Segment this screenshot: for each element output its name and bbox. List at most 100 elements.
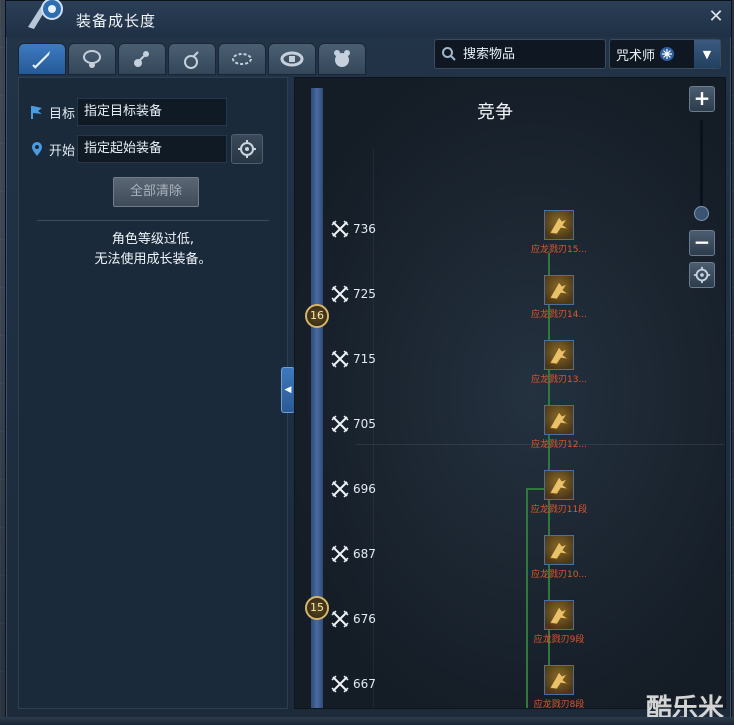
zoom-slider-track[interactable]: [700, 120, 703, 216]
power-tick: 687: [331, 545, 376, 563]
location-pin-icon: [24, 0, 68, 33]
class-select[interactable]: 咒术师 ▼: [609, 39, 721, 69]
locate-button[interactable]: [231, 134, 263, 164]
search-field[interactable]: [434, 39, 606, 69]
dragon-blade-icon: [544, 665, 574, 695]
tab-ring[interactable]: [168, 43, 216, 75]
equipment-node[interactable]: 应龙戮刃14...: [526, 275, 592, 320]
equipment-name: 应龙戮刃12...: [530, 440, 588, 450]
left-panel: 目标 指定目标装备 开始 指定起始装备 全部清除 角色等级过低, 无法使用成长装…: [18, 77, 288, 709]
power-tick-label: 687: [353, 547, 376, 561]
power-tick: 715: [331, 350, 376, 368]
warning-line-2: 无法使用成长装备。: [94, 252, 212, 267]
target-field[interactable]: 指定目标装备: [77, 98, 227, 126]
window-title: 装备成长度: [76, 12, 157, 30]
equipment-node[interactable]: 应龙戮刃12...: [526, 405, 592, 450]
dragon-blade-icon: [544, 600, 574, 630]
equipment-name: 应龙戮刃11段: [530, 505, 588, 515]
map-pin-icon: [32, 142, 42, 156]
power-tick-label: 705: [353, 417, 376, 431]
growth-graph[interactable]: 16 15 竞争 + − 736 725 715 705 696 687 676 667 应龙…: [294, 77, 726, 709]
dragon-blade-icon: [544, 210, 574, 240]
tab-necklace[interactable]: [68, 43, 116, 75]
dragon-blade-icon: [544, 535, 574, 565]
graph-title: 竞争: [477, 102, 513, 123]
bottom-bar: [0, 717, 734, 725]
recenter-button[interactable]: [689, 262, 715, 288]
equipment-name: 应龙戮刃13...: [530, 375, 588, 385]
tab-bracelet[interactable]: [218, 43, 266, 75]
zoom-in-button[interactable]: +: [689, 86, 715, 112]
moon-icon: [682, 48, 688, 60]
power-tick: 725: [331, 285, 376, 303]
power-tick: 696: [331, 480, 376, 498]
power-tick: 667: [331, 675, 376, 693]
equipment-name: 应龙戮刃15...: [530, 245, 588, 255]
equipment-node[interactable]: 应龙戮刃13...: [526, 340, 592, 385]
sword-icon: [32, 51, 50, 69]
chevron-down-icon[interactable]: ▼: [694, 40, 720, 68]
tab-soul[interactable]: [318, 43, 366, 75]
category-tabs: [18, 43, 366, 75]
crossed-swords-icon: [331, 415, 349, 433]
collapse-panel-button[interactable]: ◀: [281, 367, 295, 413]
start-label: 开始: [49, 143, 76, 159]
equipment-name: 应龙戮刃8段: [533, 700, 585, 709]
crossed-swords-icon: [331, 610, 349, 628]
dragon-blade-icon: [544, 470, 574, 500]
crossed-swords-icon: [331, 675, 349, 693]
growth-window: 装备成长度 ✕ 咒术师 ▼: [5, 0, 732, 722]
tab-belt[interactable]: [268, 43, 316, 75]
crossed-swords-icon: [331, 350, 349, 368]
crossed-swords-icon: [331, 480, 349, 498]
close-button[interactable]: ✕: [707, 8, 725, 27]
power-tick: 705: [331, 415, 376, 433]
search-input[interactable]: [463, 46, 603, 62]
flag-icon: [31, 106, 42, 119]
level-badge: 16: [305, 304, 329, 328]
power-tick: 736: [331, 220, 376, 238]
equipment-name: 应龙戮刃10...: [530, 570, 588, 580]
equipment-name: 应龙戮刃9段: [533, 635, 585, 645]
necklace-icon: [83, 50, 101, 68]
equipment-node[interactable]: 应龙戮刃9段: [526, 600, 592, 645]
power-tick-label: 696: [353, 482, 376, 496]
tab-weapon[interactable]: [18, 43, 66, 75]
level-badge: 15: [305, 596, 329, 620]
snowflake-icon: [660, 47, 675, 61]
equipment-node[interactable]: 应龙戮刃8段: [526, 665, 592, 709]
divider: [37, 220, 269, 221]
zoom-slider-handle[interactable]: [694, 206, 709, 221]
equipment-node[interactable]: 应龙戮刃15...: [526, 210, 592, 255]
crossed-swords-icon: [331, 545, 349, 563]
crosshair-icon: [693, 266, 711, 284]
equipment-node[interactable]: 应龙戮刃11段: [526, 470, 592, 515]
belt-icon: [280, 51, 304, 67]
ring-icon: [184, 51, 199, 69]
target-row: 目标 指定目标装备: [29, 98, 227, 126]
start-row: 开始 指定起始装备: [29, 134, 263, 164]
dragon-blade-icon: [544, 405, 574, 435]
warning-line-1: 角色等级过低,: [111, 232, 195, 247]
crossed-swords-icon: [331, 220, 349, 238]
titlebar: 装备成长度 ✕: [6, 0, 731, 37]
equipment-node[interactable]: 应龙戮刃10...: [526, 535, 592, 580]
level-warning: 角色等级过低, 无法使用成长装备。: [19, 230, 287, 270]
power-tick-label: 725: [353, 287, 376, 301]
power-tick-label: 736: [353, 222, 376, 236]
search-icon: [442, 47, 456, 61]
crossed-swords-icon: [331, 285, 349, 303]
power-tick-label: 715: [353, 352, 376, 366]
power-tick: 676: [331, 610, 376, 628]
earring-icon: [134, 51, 149, 67]
class-label: 咒术师: [616, 48, 656, 64]
bracelet-icon: [232, 53, 252, 65]
clear-all-button[interactable]: 全部清除: [113, 177, 199, 207]
power-tick-label: 667: [353, 677, 376, 691]
start-field[interactable]: 指定起始装备: [77, 135, 227, 163]
zoom-out-button[interactable]: −: [689, 230, 715, 256]
equipment-name: 应龙戮刃14...: [530, 310, 588, 320]
dragon-blade-icon: [544, 340, 574, 370]
soul-icon: [334, 50, 350, 67]
tab-earring[interactable]: [118, 43, 166, 75]
